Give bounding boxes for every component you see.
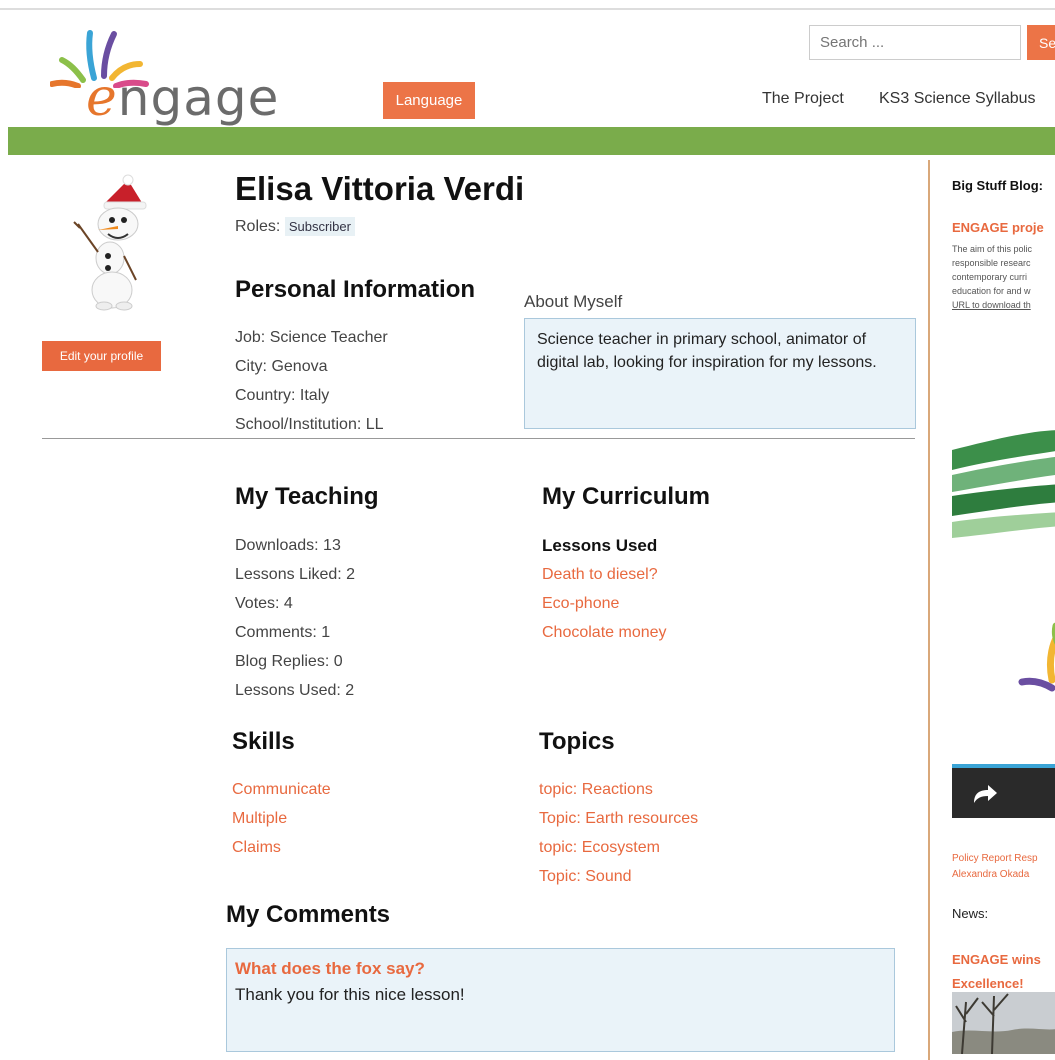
policy-author: Alexandra Okada: [952, 869, 1030, 880]
policy-line: Policy Report Resp: [952, 853, 1038, 864]
stat-comments: Comments: 1: [235, 624, 331, 641]
news-link-line: ENGAGE wins: [952, 952, 1041, 967]
engage-logo[interactable]: engage: [50, 28, 290, 128]
nav-the-project[interactable]: The Project: [762, 90, 844, 108]
skill-link[interactable]: Multiple: [232, 804, 331, 833]
topics-list: topic: Reactions Topic: Earth resources …: [539, 775, 698, 891]
topic-link[interactable]: topic: Reactions: [539, 775, 698, 804]
lesson-link[interactable]: Death to diesel?: [542, 560, 667, 589]
topic-link[interactable]: Topic: Sound: [539, 862, 698, 891]
skill-link[interactable]: Claims: [232, 833, 331, 862]
blog-heading: Big Stuff Blog:: [952, 178, 1043, 193]
excerpt-line: education for and w: [952, 286, 1031, 296]
roles-line: Roles: Subscriber: [235, 217, 355, 236]
job-field: Job: Science Teacher: [235, 329, 388, 346]
lesson-link[interactable]: Eco-phone: [542, 589, 667, 618]
topics-heading: Topics: [539, 728, 615, 755]
logo-wordmark: engage: [86, 68, 279, 128]
profile-name: Elisa Vittoria Verdi: [235, 170, 525, 207]
green-nav-bar: [8, 127, 1055, 155]
stat-blog-replies: Blog Replies: 0: [235, 653, 343, 670]
news-thumbnail[interactable]: [952, 992, 1055, 1054]
excerpt-line: contemporary curri: [952, 272, 1028, 282]
comment-title-link[interactable]: What does the fox say?: [235, 959, 886, 979]
sidebar-divider: [928, 160, 930, 1060]
stat-lessons-liked: Lessons Liked: 2: [235, 566, 356, 583]
teaching-stats: Downloads: 13 Lessons Liked: 2 Votes: 4 …: [235, 531, 355, 705]
blog-excerpt: The aim of this polic responsible resear…: [952, 242, 1055, 312]
language-button[interactable]: Language: [383, 82, 475, 119]
my-curriculum-heading: My Curriculum: [542, 483, 711, 510]
search-button[interactable]: Se: [1027, 25, 1055, 60]
comment-card: What does the fox say? Thank you for thi…: [226, 948, 895, 1052]
share-icon[interactable]: [970, 783, 1000, 805]
logo-letter-e: e: [86, 68, 118, 128]
stat-votes: Votes: 4: [235, 595, 293, 612]
skills-heading: Skills: [232, 728, 295, 755]
topic-link[interactable]: topic: Ecosystem: [539, 833, 698, 862]
video-thumbnail: [952, 430, 1055, 768]
country-field: Country: Italy: [235, 387, 330, 404]
lesson-link[interactable]: Chocolate money: [542, 618, 667, 647]
blog-post-link[interactable]: ENGAGE proje: [952, 220, 1055, 235]
news-heading: News:: [952, 906, 989, 921]
excerpt-line: The aim of this polic: [952, 244, 1033, 254]
personal-info-list: Job: Science Teacher City: Genova Countr…: [235, 323, 388, 439]
policy-report-link[interactable]: Policy Report Resp Alexandra Okada: [952, 851, 1055, 883]
logo-letters: ngage: [117, 69, 280, 127]
excerpt-line: responsible researc: [952, 258, 1031, 268]
personal-info-heading: Personal Information: [235, 276, 476, 303]
avatar: [68, 172, 158, 312]
edit-profile-button[interactable]: Edit your profile: [42, 341, 161, 371]
city-field: City: Genova: [235, 358, 328, 375]
school-field: School/Institution: LL: [235, 416, 384, 433]
my-teaching-heading: My Teaching: [235, 483, 379, 510]
stat-lessons-used: Lessons Used: 2: [235, 682, 355, 699]
video-embed[interactable]: [952, 430, 1055, 818]
search-input[interactable]: [809, 25, 1021, 60]
nav-ks3-syllabus[interactable]: KS3 Science Syllabus: [879, 90, 1036, 108]
excerpt-link[interactable]: URL to download th: [952, 298, 1055, 312]
skills-list: Communicate Multiple Claims: [232, 775, 331, 862]
skill-link[interactable]: Communicate: [232, 775, 331, 804]
video-controls: [952, 768, 1055, 818]
stat-downloads: Downloads: 13: [235, 537, 341, 554]
top-border: [0, 8, 1055, 10]
curriculum-list: Lessons Used Death to diesel? Eco-phone …: [542, 531, 667, 647]
role-badge: Subscriber: [284, 217, 355, 236]
divider: [42, 438, 915, 439]
about-label: About Myself: [524, 292, 623, 311]
roles-label: Roles:: [235, 218, 281, 235]
news-link[interactable]: ENGAGE wins Excellence!: [952, 948, 1055, 996]
topic-link[interactable]: Topic: Earth resources: [539, 804, 698, 833]
comment-text: Thank you for this nice lesson!: [235, 985, 465, 1004]
about-text: Science teacher in primary school, anima…: [524, 318, 916, 429]
lessons-used-label: Lessons Used: [542, 536, 658, 555]
my-comments-heading: My Comments: [226, 901, 391, 928]
